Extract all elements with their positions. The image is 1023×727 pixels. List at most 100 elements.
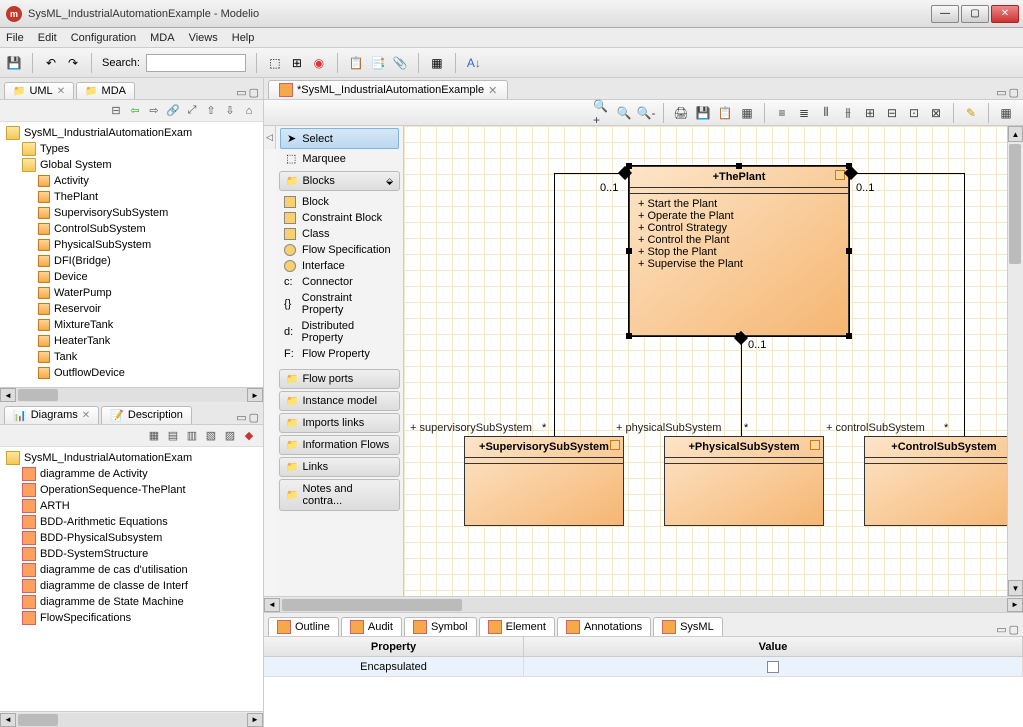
align-icon[interactable]: ≡ — [773, 104, 791, 122]
tree-item[interactable]: ThePlant — [4, 189, 259, 205]
dtool-icon[interactable]: ◆ — [241, 427, 257, 443]
expand-icon[interactable]: ⤢ — [184, 103, 200, 119]
toolbar-icon-4[interactable]: 📋 — [348, 55, 364, 71]
menu-configuration[interactable]: Configuration — [71, 32, 136, 44]
canvas-hscroll[interactable]: ◄► — [264, 596, 1023, 612]
tree-item[interactable]: Device — [4, 269, 259, 285]
align-icon[interactable]: ⊡ — [905, 104, 923, 122]
tree-item[interactable]: ControlSubSystem — [4, 221, 259, 237]
dtool-icon[interactable]: ▧ — [203, 427, 219, 443]
diagram-item[interactable]: BDD-SystemStructure — [4, 546, 259, 562]
tree-global[interactable]: Global System — [4, 157, 259, 173]
save-diagram-icon[interactable]: 💾 — [694, 104, 712, 122]
forward-icon[interactable]: ⇨ — [146, 103, 162, 119]
align-icon[interactable]: ⫵ — [839, 104, 857, 122]
palette-constraint-prop[interactable]: {}Constraint Property — [280, 290, 399, 318]
tree-item[interactable]: PhysicalSubSystem — [4, 237, 259, 253]
home-icon[interactable]: ⌂ — [241, 103, 257, 119]
tab-element[interactable]: Element — [479, 617, 555, 636]
tree-item[interactable]: HeaterTank — [4, 333, 259, 349]
prop-row-encapsulated[interactable]: Encapsulated — [264, 657, 1023, 677]
palette-marquee[interactable]: ⬚Marquee — [280, 149, 399, 168]
diagram-item[interactable]: ARTH — [4, 498, 259, 514]
block-supervisory[interactable]: +SupervisorySubSystem — [464, 436, 624, 526]
model-tree[interactable]: SysML_IndustrialAutomationExam Types Glo… — [0, 122, 263, 387]
toolbar-icon-6[interactable]: 📎 — [392, 55, 408, 71]
back-icon[interactable]: ⇦ — [127, 103, 143, 119]
print-icon[interactable]: 🖨 — [672, 104, 690, 122]
tab-annotations[interactable]: Annotations — [557, 617, 651, 636]
tab-diagrams[interactable]: 📊 Diagrams ✕ — [4, 406, 99, 424]
palette-blocks-header[interactable]: Blocks⬙ — [279, 171, 400, 191]
tree-types[interactable]: Types — [4, 141, 259, 157]
toolbar-icon-7[interactable]: ▦ — [429, 55, 445, 71]
maximize-button[interactable]: ▢ — [961, 5, 989, 23]
tree-item[interactable]: Tank — [4, 349, 259, 365]
tree-item[interactable]: WaterPump — [4, 285, 259, 301]
diagrams-hscroll[interactable]: ◄► — [0, 711, 263, 727]
minimize-button[interactable]: — — [931, 5, 959, 23]
tab-uml[interactable]: UML✕ — [4, 82, 74, 99]
diagram-item[interactable]: diagramme de State Machine — [4, 594, 259, 610]
minimize-view-icon[interactable]: ▭ — [996, 86, 1006, 99]
maximize-view-icon[interactable]: ▢ — [249, 411, 259, 424]
palette-constraint-block[interactable]: Constraint Block — [280, 210, 399, 226]
dtool-icon[interactable]: ▨ — [222, 427, 238, 443]
menu-file[interactable]: File — [6, 32, 24, 44]
menu-views[interactable]: Views — [189, 32, 218, 44]
minimize-view-icon[interactable]: ▭ — [996, 623, 1006, 636]
options-icon[interactable]: ▦ — [997, 104, 1015, 122]
block-theplant[interactable]: +ThePlant + Start the Plant + Operate th… — [629, 166, 849, 336]
maximize-view-icon[interactable]: ▢ — [249, 86, 259, 99]
undo-icon[interactable]: ↶ — [43, 55, 59, 71]
palette-flow-spec[interactable]: Flow Specification — [280, 242, 399, 258]
diagram-item[interactable]: diagramme de classe de Interf — [4, 578, 259, 594]
palette-connector[interactable]: c:Connector — [280, 274, 399, 290]
toolbar-icon-1[interactable]: ⬚ — [267, 55, 283, 71]
save-icon[interactable]: 💾 — [6, 55, 22, 71]
diagram-item[interactable]: OperationSequence-ThePlant — [4, 482, 259, 498]
maximize-view-icon[interactable]: ▢ — [1009, 86, 1019, 99]
align-icon[interactable]: ≣ — [795, 104, 813, 122]
link-icon[interactable]: 🔗 — [165, 103, 181, 119]
palette-class[interactable]: Class — [280, 226, 399, 242]
block-physical[interactable]: +PhysicalSubSystem — [664, 436, 824, 526]
palette-flow-ports[interactable]: Flow ports — [279, 369, 400, 389]
close-tab-icon[interactable]: ✕ — [488, 84, 497, 97]
search-input[interactable] — [146, 54, 246, 72]
palette-block[interactable]: Block — [280, 194, 399, 210]
block-control[interactable]: +ControlSubSystem — [864, 436, 1007, 526]
canvas-vscroll[interactable]: ▲▼ — [1007, 126, 1023, 596]
dtool-icon[interactable]: ▤ — [165, 427, 181, 443]
edit-icon[interactable]: ✎ — [962, 104, 980, 122]
toolbar-icon-5[interactable]: 📑 — [370, 55, 386, 71]
palette-interface[interactable]: Interface — [280, 258, 399, 274]
toolbar-icon-3[interactable]: ◉ — [311, 55, 327, 71]
tab-description[interactable]: 📝 Description — [101, 406, 192, 424]
tree-item[interactable]: OutflowDevice — [4, 365, 259, 381]
tab-symbol[interactable]: Symbol — [404, 617, 477, 636]
editor-tab[interactable]: *SysML_IndustrialAutomationExample ✕ — [268, 80, 508, 99]
align-icon[interactable]: ⫴ — [817, 104, 835, 122]
tree-item[interactable]: SupervisorySubSystem — [4, 205, 259, 221]
menu-edit[interactable]: Edit — [38, 32, 57, 44]
grid-icon[interactable]: ▦ — [738, 104, 756, 122]
palette-instance[interactable]: Instance model — [279, 391, 400, 411]
encapsulated-checkbox[interactable] — [767, 661, 779, 673]
dtool-icon[interactable]: ▦ — [146, 427, 162, 443]
palette-collapse-left-icon[interactable]: ◁ — [264, 126, 276, 149]
close-tab-icon[interactable]: ✕ — [57, 86, 65, 97]
minimize-view-icon[interactable]: ▭ — [236, 411, 246, 424]
copy-icon[interactable]: 📋 — [716, 104, 734, 122]
diagram-item[interactable]: FlowSpecifications — [4, 610, 259, 626]
close-tab-icon[interactable]: ✕ — [82, 410, 90, 421]
diagram-item[interactable]: diagramme de Activity — [4, 466, 259, 482]
tree-hscroll[interactable]: ◄► — [0, 387, 263, 403]
collapse-icon[interactable]: ⊟ — [108, 103, 124, 119]
palette-flow-prop[interactable]: F:Flow Property — [280, 346, 399, 362]
menu-help[interactable]: Help — [232, 32, 255, 44]
align-icon[interactable]: ⊞ — [861, 104, 879, 122]
tab-audit[interactable]: Audit — [341, 617, 402, 636]
diagram-item[interactable]: diagramme de cas d'utilisation — [4, 562, 259, 578]
pin-icon[interactable]: ⬙ — [386, 176, 393, 187]
